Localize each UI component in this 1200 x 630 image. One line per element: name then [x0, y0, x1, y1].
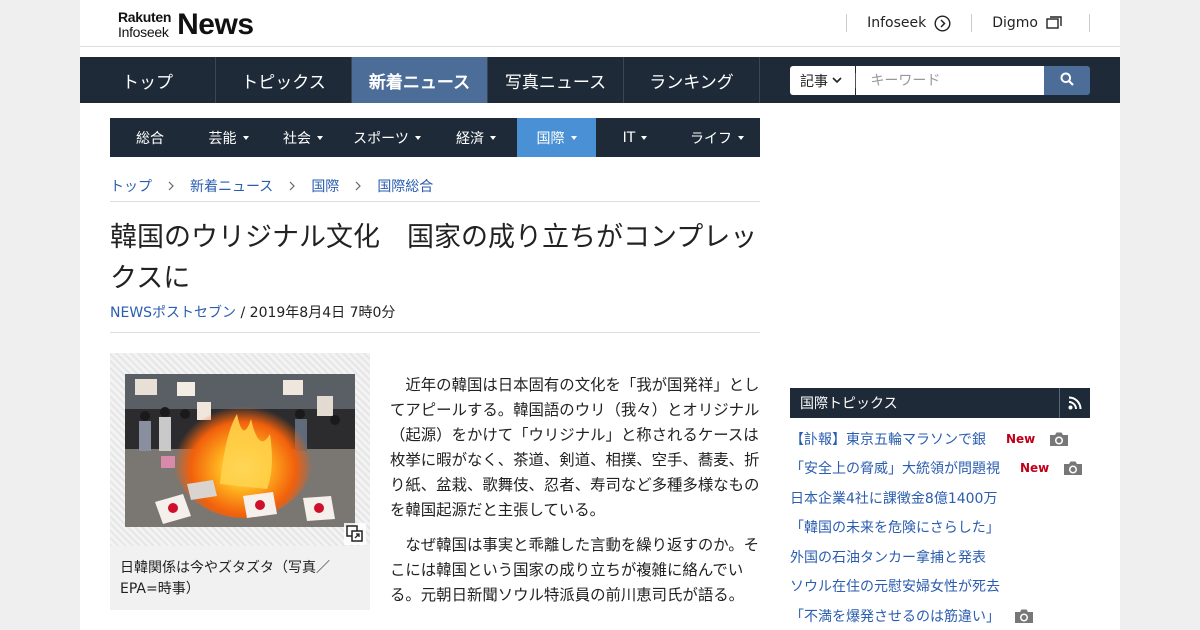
- breadcrumb-item[interactable]: トップ: [110, 176, 152, 196]
- chevron-right-icon: [168, 181, 174, 191]
- breadcrumb-item[interactable]: 新着ニュース: [190, 176, 273, 196]
- circle-arrow-icon: [934, 14, 951, 32]
- topic-link[interactable]: 「安全上の脅威」大統領が問題視: [790, 458, 1000, 478]
- new-badge: New: [1020, 461, 1050, 476]
- external-links: Infoseek Digmo: [846, 14, 1090, 32]
- byline-divider: [110, 332, 760, 333]
- category-nav: 総合 芸能 社会 スポーツ 経済 国際 IT ライフ: [110, 118, 760, 157]
- topic-link[interactable]: 外国の石油タンカー拿捕と発表: [790, 547, 986, 567]
- search-scope-select[interactable]: 記事: [790, 66, 856, 95]
- search-button[interactable]: [1044, 66, 1090, 95]
- topic-item[interactable]: 【訃報】東京五輪マラソンで銀 New: [790, 424, 1090, 454]
- chevron-down-icon: [832, 77, 842, 84]
- article-paragraph: 近年の韓国は日本固有の文化を「我が国発祥」としてアピールする。韓国語のウリ（我々…: [390, 376, 760, 519]
- logo-news: News: [177, 8, 254, 41]
- category-label: スポーツ: [353, 130, 409, 147]
- sidebar-header: 国際トピックス: [790, 388, 1090, 418]
- gnav-ranking[interactable]: ランキング: [624, 57, 760, 103]
- header-divider: [80, 46, 1120, 47]
- infoseek-link-label: Infoseek: [867, 15, 927, 31]
- breadcrumb: トップ 新着ニュース 国際 国際総合: [110, 176, 433, 196]
- category-label: 社会: [283, 130, 311, 147]
- page: Rakuten Infoseek News Infoseek Digmo トップ…: [80, 0, 1120, 630]
- search-scope-label: 記事: [800, 73, 828, 90]
- digmo-link[interactable]: Digmo: [971, 14, 1090, 32]
- topic-link[interactable]: 【訃報】東京五輪マラソンで銀: [790, 429, 986, 449]
- topic-link[interactable]: 日本企業4社に課徴金8億1400万: [790, 488, 997, 508]
- new-badge: New: [1006, 431, 1036, 446]
- article-byline: NEWSポストセブン / 2019年8月4日 7時0分: [110, 302, 395, 322]
- logo-rakuten: Rakuten: [118, 9, 172, 25]
- caret-down-icon: [242, 135, 249, 140]
- chevron-right-icon: [355, 181, 362, 191]
- site-logo[interactable]: Rakuten Infoseek News: [118, 8, 254, 42]
- category-label: 総合: [136, 130, 164, 147]
- category-entertainment[interactable]: 芸能: [190, 118, 267, 157]
- logo-infoseek: Infoseek: [118, 24, 169, 40]
- article-source-link[interactable]: NEWSポストセブン: [110, 305, 236, 321]
- caret-down-icon: [317, 135, 323, 140]
- category-economy[interactable]: 経済: [435, 118, 517, 157]
- topic-list: 【訃報】東京五輪マラソンで銀 New 「安全上の脅威」大統領が問題視 New 日…: [790, 424, 1090, 630]
- category-label: 芸能: [208, 130, 237, 147]
- sidebar-title: 国際トピックス: [790, 388, 1060, 418]
- gnav-top[interactable]: トップ: [80, 57, 216, 103]
- category-label: IT: [622, 129, 636, 146]
- caret-down-icon: [414, 135, 421, 140]
- caret-down-icon: [570, 135, 577, 140]
- category-life[interactable]: ライフ: [674, 118, 760, 157]
- article-date: / 2019年8月4日 7時0分: [236, 305, 396, 321]
- gnav-latest-news[interactable]: 新着ニュース: [352, 57, 488, 103]
- logo-small-text: Rakuten Infoseek: [118, 10, 171, 40]
- gnav-photo-news[interactable]: 写真ニュース: [488, 57, 624, 103]
- search-icon: [1060, 71, 1074, 90]
- topic-item[interactable]: 「韓国の未来を危険にさらした」: [790, 513, 1090, 543]
- digmo-link-label: Digmo: [992, 15, 1038, 31]
- breadcrumb-item[interactable]: 国際: [311, 176, 339, 196]
- topic-item[interactable]: 「安全上の脅威」大統領が問題視 New: [790, 454, 1090, 484]
- article-paragraph: なぜ韓国は事実と乖離した言動を繰り返すのか。そこには韓国という国家の成り立ちが複…: [390, 536, 760, 604]
- rss-icon[interactable]: [1060, 388, 1090, 418]
- camera-icon: [1063, 460, 1083, 476]
- category-label: ライフ: [690, 130, 732, 147]
- breadcrumb-divider: [110, 201, 760, 202]
- category-label: 国際: [536, 130, 565, 147]
- topic-link[interactable]: 「不満を爆発させるのは筋違い」: [790, 606, 1000, 626]
- article-title: 韓国のウリジナル文化 国家の成り立ちがコンプレックスに: [110, 222, 758, 294]
- caret-down-icon: [490, 135, 496, 140]
- breadcrumb-item[interactable]: 国際総合: [377, 176, 433, 196]
- topic-item[interactable]: ソウル在住の元慰安婦女性が死去: [790, 572, 1090, 602]
- gnav-topics[interactable]: トピックス: [216, 57, 352, 103]
- article-body: 近年の韓国は日本固有の文化を「我が国発祥」としてアピールする。韓国語のウリ（我々…: [390, 373, 760, 618]
- topic-item[interactable]: 外国の石油タンカー拿捕と発表: [790, 542, 1090, 572]
- global-nav: トップ トピックス 新着ニュース 写真ニュース ランキング 記事: [80, 57, 1120, 103]
- category-sports[interactable]: スポーツ: [339, 118, 435, 157]
- category-label: 経済: [456, 130, 484, 147]
- expand-photo-icon[interactable]: [344, 523, 366, 549]
- chevron-right-icon: [289, 181, 296, 191]
- camera-icon: [1049, 431, 1069, 447]
- article-photo[interactable]: [110, 353, 370, 546]
- category-society[interactable]: 社会: [267, 118, 339, 157]
- camera-icon: [1014, 608, 1034, 624]
- photo-caption: 日韓関係は今やズタズタ（写真／EPA=時事）: [120, 560, 330, 597]
- category-general[interactable]: 総合: [110, 118, 190, 157]
- caret-down-icon: [738, 135, 744, 140]
- category-it[interactable]: IT: [596, 118, 674, 157]
- search-box: 記事: [790, 66, 1090, 95]
- caret-down-icon: [641, 135, 648, 140]
- window-stack-icon: [1046, 15, 1063, 31]
- infoseek-link[interactable]: Infoseek: [846, 14, 971, 32]
- topic-link[interactable]: 「韓国の未来を危険にさらした」: [790, 517, 1000, 537]
- topic-item[interactable]: 「不満を爆発させるのは筋違い」: [790, 601, 1090, 630]
- topic-item[interactable]: 日本企業4社に課徴金8億1400万: [790, 483, 1090, 513]
- topic-link[interactable]: ソウル在住の元慰安婦女性が死去: [790, 576, 1000, 596]
- category-international[interactable]: 国際: [517, 118, 596, 157]
- article-figure: 日韓関係は今やズタズタ（写真／EPA=時事）: [110, 353, 370, 610]
- search-input[interactable]: [856, 66, 1045, 95]
